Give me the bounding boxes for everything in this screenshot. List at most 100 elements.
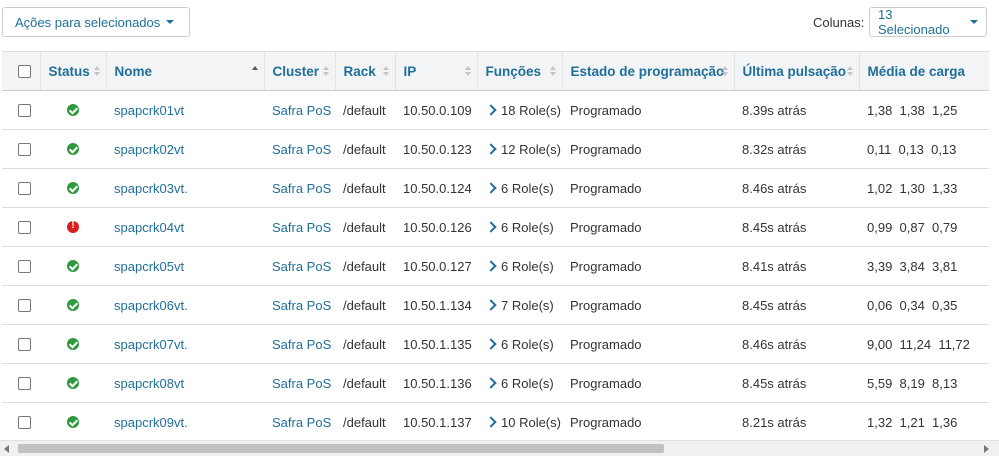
ip-value: 10.50.0.123 [403, 141, 472, 157]
state-value: Programado [570, 102, 642, 118]
roles-toggle[interactable]: 6 Role(s) [477, 181, 554, 196]
roles-count: 7 Role(s) [501, 297, 554, 313]
status-cell [40, 90, 106, 130]
ip-value: 10.50.0.124 [403, 180, 472, 196]
scroll-right-arrow-icon[interactable] [984, 445, 989, 453]
exclamation-circle-icon [67, 220, 79, 233]
column-header-state[interactable]: Estado de programação [562, 51, 735, 91]
row-checkbox[interactable] [18, 415, 31, 429]
host-name-link[interactable]: spapcrk07vt. [106, 337, 188, 352]
host-name-link[interactable]: spapcrk03vt. [106, 181, 188, 196]
roles-toggle[interactable]: 7 Role(s) [477, 298, 554, 313]
roles-toggle[interactable]: 6 Role(s) [477, 376, 554, 391]
row-checkbox[interactable] [18, 181, 31, 195]
cluster-link[interactable]: Safra PoS [264, 103, 331, 118]
columns-label: Colunas: [813, 15, 865, 30]
horizontal-scrollbar[interactable] [0, 440, 999, 456]
status-cell [40, 324, 106, 364]
roles-toggle[interactable]: 6 Role(s) [477, 259, 554, 274]
row-checkbox[interactable] [18, 103, 31, 117]
actions-dropdown-button[interactable]: Ações para selecionados [2, 7, 190, 37]
cluster-link[interactable]: Safra PoS [264, 220, 331, 235]
roles-count: 6 Role(s) [501, 219, 554, 235]
roles-toggle[interactable]: 18 Role(s) [477, 103, 561, 118]
rack-value: /default [343, 102, 386, 118]
caret-down-icon [166, 20, 175, 24]
rack-cell: /default [335, 285, 395, 325]
column-header-load[interactable]: Média de carga [859, 51, 989, 91]
ip-cell: 10.50.0.127 [395, 246, 477, 286]
chevron-right-icon [485, 259, 497, 272]
ip-cell: 10.50.0.109 [395, 90, 477, 130]
heartbeat-cell: 8.46s atrás [734, 168, 859, 208]
row-checkbox[interactable] [18, 259, 31, 273]
table-row: spapcrk09vt. Safra PoS/default 10.50.1.137… [2, 402, 989, 438]
cluster-link[interactable]: Safra PoS [264, 259, 331, 274]
state-value: Programado [570, 414, 642, 430]
load-average-value: 0,11 0,13 0,13 [867, 141, 957, 157]
load-average-value: 1,02 1,30 1,33 [867, 180, 958, 196]
ip-cell: 10.50.0.123 [395, 129, 477, 169]
roles-toggle[interactable]: 12 Role(s) [477, 142, 561, 157]
row-checkbox[interactable] [18, 142, 31, 156]
ip-value: 10.50.1.134 [403, 297, 472, 313]
name-cell: spapcrk08vt [106, 363, 264, 403]
column-header-cluster[interactable]: Cluster [264, 51, 336, 91]
cluster-link[interactable]: Safra PoS [264, 415, 331, 430]
column-header-status[interactable]: Status [40, 51, 107, 91]
state-cell: Programado [562, 285, 734, 325]
host-name-link[interactable]: spapcrk09vt. [106, 415, 188, 430]
status-cell [40, 207, 106, 247]
roles-count: 6 Role(s) [501, 375, 554, 391]
column-header-rack[interactable]: Rack [335, 51, 396, 91]
row-checkbox[interactable] [18, 298, 31, 312]
ip-cell: 10.50.1.136 [395, 363, 477, 403]
row-checkbox[interactable] [18, 220, 31, 234]
cluster-link[interactable]: Safra PoS [264, 376, 331, 391]
scrollbar-thumb[interactable] [18, 444, 664, 453]
status-cell [40, 129, 106, 169]
roles-cell: 6 Role(s) [477, 363, 562, 403]
load-average-value: 1,32 1,21 1,36 [867, 414, 958, 430]
select-all-checkbox[interactable] [18, 64, 31, 78]
heartbeat-cell: 8.39s atrás [734, 90, 859, 130]
row-checkbox[interactable] [18, 376, 31, 390]
roles-toggle[interactable]: 6 Role(s) [477, 337, 554, 352]
cluster-link[interactable]: Safra PoS [264, 181, 331, 196]
column-header-heartbeat[interactable]: Última pulsação [734, 51, 860, 91]
host-name-link[interactable]: spapcrk02vt [106, 142, 184, 157]
state-value: Programado [570, 336, 642, 352]
host-name-link[interactable]: spapcrk01vt [106, 103, 184, 118]
cluster-link[interactable]: Safra PoS [264, 298, 331, 313]
load-average-value: 0,99 0,87 0,79 [867, 219, 958, 235]
roles-toggle[interactable]: 10 Role(s) [477, 415, 561, 430]
row-select-cell [2, 324, 40, 364]
table-row: spapcrk06vt. Safra PoS/default 10.50.1.134… [2, 285, 989, 325]
roles-cell: 12 Role(s) [477, 129, 562, 169]
row-checkbox[interactable] [18, 337, 31, 351]
rack-value: /default [343, 219, 386, 235]
name-cell: spapcrk02vt [106, 129, 264, 169]
cluster-link[interactable]: Safra PoS [264, 142, 331, 157]
table-row: spapcrk02vt Safra PoS/default 10.50.0.123 1… [2, 129, 989, 169]
column-header-ip[interactable]: IP [395, 51, 478, 91]
name-cell: spapcrk09vt. [106, 402, 264, 438]
row-select-cell [2, 285, 40, 325]
columns-dropdown-button[interactable]: 13 Selecionado [869, 7, 987, 37]
cluster-link[interactable]: Safra PoS [264, 337, 331, 352]
status-cell [40, 402, 106, 438]
host-name-link[interactable]: spapcrk05vt [106, 259, 184, 274]
scroll-left-arrow-icon[interactable] [4, 445, 9, 453]
roles-toggle[interactable]: 6 Role(s) [477, 220, 554, 235]
heartbeat-cell: 8.21s atrás [734, 402, 859, 438]
select-all-header[interactable] [2, 51, 41, 91]
row-select-cell [2, 363, 40, 403]
column-header-roles[interactable]: Funções [477, 51, 563, 91]
host-name-link[interactable]: spapcrk08vt [106, 376, 184, 391]
check-circle-icon [67, 416, 79, 428]
column-header-name[interactable]: Nome [106, 51, 265, 91]
table-row: spapcrk05vt Safra PoS/default 10.50.0.127 6… [2, 246, 989, 286]
host-name-link[interactable]: spapcrk04vt [106, 220, 184, 235]
host-name-link[interactable]: spapcrk06vt. [106, 298, 188, 313]
state-value: Programado [570, 219, 642, 235]
